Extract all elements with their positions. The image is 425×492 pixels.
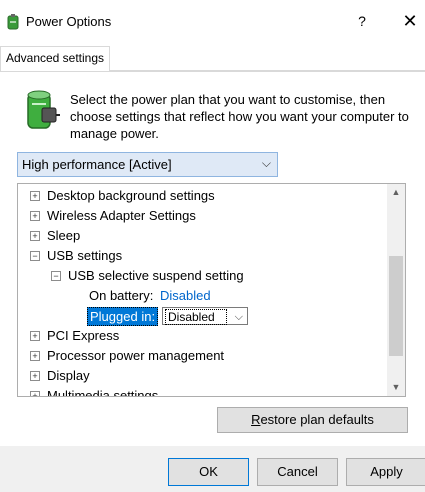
tree-item-label: Wireless Adapter Settings: [47, 208, 196, 223]
tab-advanced-settings[interactable]: Advanced settings: [0, 46, 110, 71]
tree-scrollbar[interactable]: ▲ ▼: [387, 184, 405, 396]
collapse-icon[interactable]: −: [51, 271, 61, 281]
scroll-up-arrow-icon[interactable]: ▲: [387, 184, 405, 201]
close-button[interactable]: ✕: [398, 10, 422, 32]
on-battery-label: On battery:: [89, 288, 154, 303]
collapse-icon[interactable]: −: [30, 251, 40, 261]
expand-icon[interactable]: +: [30, 231, 40, 241]
expand-icon[interactable]: +: [30, 351, 40, 361]
tree-item-label: Display: [47, 368, 90, 383]
cancel-button[interactable]: Cancel: [257, 458, 338, 486]
scroll-down-arrow-icon[interactable]: ▼: [387, 379, 405, 396]
title-bar: Power Options ? ✕: [0, 0, 425, 42]
on-battery-value-link[interactable]: Disabled: [160, 286, 211, 306]
intro-text: Select the power plan that you want to c…: [70, 92, 409, 141]
tree-item-label: Multimedia settings: [47, 388, 159, 397]
tree-item-label: Processor power management: [47, 348, 225, 363]
apply-button[interactable]: Apply: [346, 458, 425, 486]
expand-icon[interactable]: +: [30, 331, 40, 341]
scroll-thumb[interactable]: [389, 256, 403, 356]
window-title: Power Options: [26, 14, 112, 29]
restore-plan-defaults-button[interactable]: Restore plan defaults: [217, 407, 408, 433]
expand-icon[interactable]: +: [30, 371, 40, 381]
tree-item-label: Desktop background settings: [47, 188, 215, 203]
chevron-down-icon: ⌵: [234, 311, 243, 323]
power-plan-dropdown-value: High performance [Active]: [22, 157, 172, 172]
plugged-in-label: Plugged in:: [87, 307, 159, 326]
plugged-in-dropdown[interactable]: Disabled ⌵: [162, 307, 248, 325]
settings-tree[interactable]: + Desktop background settings + Wireless…: [17, 183, 406, 397]
plugged-in-dropdown-value: Disabled: [165, 309, 227, 325]
tree-item-label: Sleep: [47, 228, 81, 243]
power-plan-battery-icon: [7, 14, 19, 30]
tree-item-label: USB settings: [47, 248, 123, 263]
power-plan-battery-icon: [27, 90, 60, 129]
expand-icon[interactable]: +: [30, 211, 40, 221]
power-plan-dropdown[interactable]: High performance [Active] ⌵: [17, 152, 278, 177]
tree-item-label: USB selective suspend setting: [68, 268, 244, 283]
restore-button-label: estore plan defaults: [260, 412, 374, 427]
chevron-down-icon: ⌵: [261, 156, 271, 170]
expand-icon[interactable]: +: [30, 191, 40, 201]
help-button[interactable]: ?: [350, 10, 374, 32]
tree-item-label: PCI Express: [47, 328, 120, 343]
ok-button[interactable]: OK: [168, 458, 249, 486]
expand-icon[interactable]: +: [30, 391, 40, 396]
